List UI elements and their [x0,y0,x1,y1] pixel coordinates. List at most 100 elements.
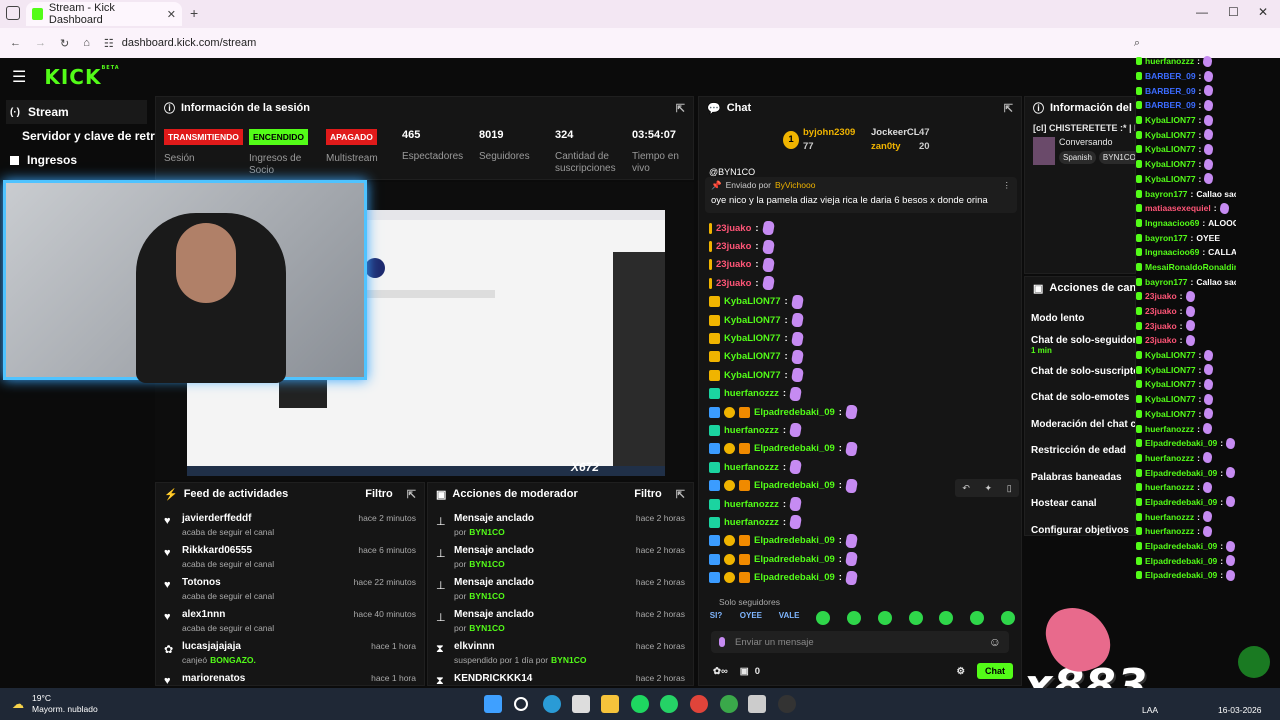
kick-logo[interactable]: KICKBETA [44,65,119,89]
chat-username[interactable]: 23juako [716,241,751,252]
new-tab-button[interactable]: + [190,5,198,21]
chat-message[interactable]: Elpadredebaki_09: [709,568,1009,586]
whatsapp-icon[interactable] [660,695,678,713]
chat-username[interactable]: Elpadredebaki_09 [754,554,835,565]
stream-preview[interactable]: X672 [3,180,694,480]
chat-message[interactable]: huerfanozzz: [709,421,1009,439]
app-icon[interactable] [778,695,796,713]
reply-icon[interactable]: ↶ [962,483,970,494]
chat-message[interactable]: 23juako: [709,274,1009,292]
emote-button[interactable]: SI? [709,611,723,625]
channel-action-item[interactable]: Chat de solo-emotes [1025,385,1135,412]
chat-message[interactable]: KybaLION77: [709,311,1009,329]
site-info-icon[interactable]: ☷ [104,37,114,50]
forward-icon[interactable]: → [35,37,46,49]
channel-action-item[interactable]: Configurar objetivos [1025,517,1135,535]
gift-icon[interactable]: ▣ [740,666,749,677]
chrome-icon[interactable] [690,695,708,713]
chat-username[interactable]: KybaLION77 [724,370,781,381]
chat-username[interactable]: KybaLION77 [724,315,781,326]
chat-username[interactable]: huerfanozzz [724,462,779,473]
chat-username[interactable]: Elpadredebaki_09 [754,407,835,418]
channel-action-item[interactable]: Chat de solo-seguidores1 min [1025,332,1135,359]
popout-icon[interactable]: ⇱ [676,488,685,501]
channel-action-item[interactable]: Palabras baneadas [1025,464,1135,491]
feed-user[interactable]: mariorenatos [182,673,245,684]
list-item[interactable]: ♥ Totonos acaba de seguir el canal hace 22 … [156,573,424,605]
emote-button[interactable] [816,611,831,625]
tab-list-icon[interactable] [6,6,20,20]
delete-icon[interactable]: ▯ [1007,483,1012,494]
feed-user[interactable]: lucasjajajaja [182,641,256,652]
list-item[interactable]: ⊥ Mensaje anclado por BYN1CO hace 2 horas [428,541,693,573]
activity-filter[interactable]: Filtro [365,488,393,500]
sidebar-item-stream[interactable]: (·) Stream [6,100,147,124]
mod-name[interactable]: BYN1CO [551,655,586,665]
list-item[interactable]: ♥ javierderffeddf acaba de seguir el canal… [156,509,424,541]
chat-username[interactable]: KybaLION77 [724,296,781,307]
tab-close-icon[interactable]: ✕ [167,8,176,21]
leader-name[interactable]: JockeerCL [871,127,920,138]
chat-message[interactable]: KybaLION77: [709,348,1009,366]
leader-name[interactable]: byjohn2309 [803,127,855,138]
list-item[interactable]: ✿ lucasjajajaja canjeó BONGAZO. hace 1 hora [156,637,424,669]
chat-message[interactable]: huerfanozzz: [709,495,1009,513]
chat-send-button[interactable]: Chat [977,663,1013,679]
popout-icon[interactable]: ⇱ [407,488,416,501]
home-icon[interactable]: ⌂ [83,37,90,49]
feed-user[interactable]: alex1nnn [182,609,274,620]
pinned-message[interactable]: 📌 Enviado por ByVichooo ⋮ oye nico y la pam… [705,177,1017,213]
windows-start-icon[interactable] [484,695,502,713]
list-item[interactable]: ♥ Rikkkard06555 acaba de seguir el canal ha… [156,541,424,573]
chat-message[interactable]: 23juako: [709,256,1009,274]
stream-category[interactable]: Conversando [1059,137,1135,147]
close-window-button[interactable]: ✕ [1258,5,1268,19]
popout-icon[interactable]: ⇱ [676,102,685,115]
chat-message[interactable]: huerfanozzz: [709,385,1009,403]
chat-message[interactable]: huerfanozzz: [709,458,1009,476]
tag[interactable]: Spanish [1059,151,1096,164]
chat-message[interactable]: Elpadredebaki_09: [709,440,1009,458]
list-item[interactable]: ⧗ KENDRICKKK14 hace 2 horas [428,669,693,685]
chat-username[interactable]: 23juako [716,223,751,234]
emote-button[interactable] [970,611,985,625]
feed-user[interactable]: Rikkkard06555 [182,545,274,556]
emote-button[interactable]: OYEE [740,611,762,625]
list-item[interactable]: ⊥ Mensaje anclado por BYN1CO hace 2 horas [428,509,693,541]
sidebar-item-income[interactable]: Ingresos [0,148,155,172]
chat-username[interactable]: huerfanozzz [724,499,779,510]
emoji-icon[interactable]: ☺ [989,635,1001,649]
channel-action-item[interactable]: Restricción de edad [1025,438,1135,465]
mod-name[interactable]: BYN1CO [469,527,504,537]
pinned-user[interactable]: ByVichooo [775,180,815,191]
edge-icon[interactable] [543,695,561,713]
chat-username[interactable]: huerfanozzz [724,388,779,399]
pin-action-icon[interactable]: ✦ [985,483,993,494]
chat-username[interactable]: huerfanozzz [724,517,779,528]
sidebar-item-server-key[interactable]: Servidor y clave de retransmisión [0,124,155,148]
chat-message[interactable]: 23juako: [709,219,1009,237]
points-icon[interactable]: ✿∞ [713,666,728,677]
tag[interactable]: BYN1CO [1098,151,1135,164]
channel-action-item[interactable]: Modo lento [1025,305,1135,332]
browser-tab[interactable]: Stream - Kick Dashboard ✕ [26,2,182,26]
spotify-icon[interactable] [631,695,649,713]
chat-message[interactable]: KybaLION77: [709,329,1009,347]
list-item[interactable]: ⊥ Mensaje anclado por BYN1CO hace 2 horas [428,573,693,605]
minimize-button[interactable]: — [1196,5,1208,19]
reload-icon[interactable]: ↻ [60,37,69,50]
popout-icon[interactable]: ⇱ [1004,102,1013,115]
feed-user[interactable]: javierderffeddf [182,513,274,524]
chat-username[interactable]: Elpadredebaki_09 [754,443,835,454]
chat-username[interactable]: 23juako [716,278,751,289]
taskbar-date[interactable]: 16-03-2026 [1218,705,1261,715]
chat-username[interactable]: KybaLION77 [724,351,781,362]
emote-button[interactable] [877,611,892,625]
feed-user[interactable]: Totonos [182,577,274,588]
xbox-icon[interactable] [720,695,738,713]
list-item[interactable]: ⊥ Mensaje anclado por BYN1CO hace 2 horas [428,605,693,637]
emote-button[interactable] [939,611,954,625]
chat-username[interactable]: KybaLION77 [724,333,781,344]
list-item[interactable]: ⧗ elkvinnn suspendido por 1 día por BYN1CO h… [428,637,693,669]
chat-message[interactable]: huerfanozzz: [709,513,1009,531]
